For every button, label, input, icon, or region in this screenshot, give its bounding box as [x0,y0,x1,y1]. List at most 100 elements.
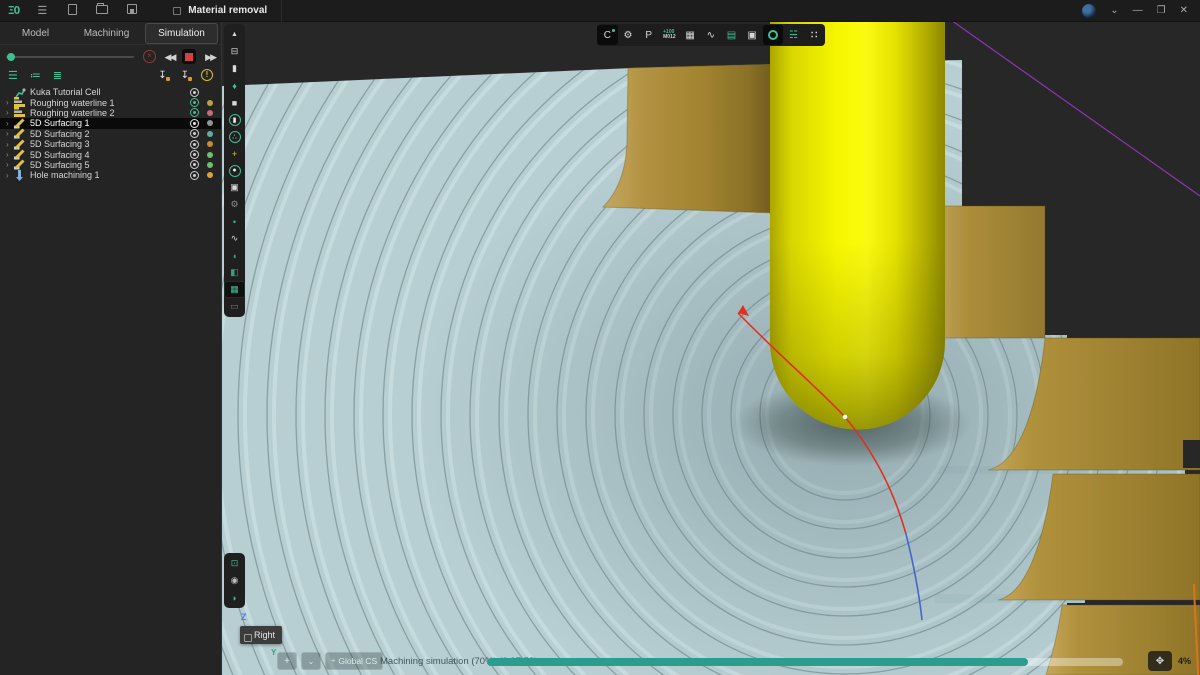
tree-row-5d-surfacing-3[interactable]: › 5D Surfacing 3 [0,139,221,149]
main-menu-icon[interactable]: ☰ [35,4,49,17]
visibility-target-icon[interactable] [190,140,199,149]
section-view-icon[interactable]: ◧ [224,264,245,281]
chevron-right-icon[interactable]: › [6,98,14,107]
chevron-right-icon[interactable]: › [6,150,14,159]
tab-machining[interactable]: Machining [71,24,142,43]
tree-row-kuka-cell[interactable]: Kuka Tutorial Cell [0,87,221,97]
scroll-up-icon[interactable]: ▲ [224,26,245,43]
tree-row-5d-surfacing-5[interactable]: › 5D Surfacing 5 [0,160,221,170]
document-tab[interactable]: Material removal [159,0,282,22]
timeline-slider[interactable] [6,56,134,58]
coolant-icon[interactable]: ∴ [224,128,245,145]
chevron-right-icon[interactable]: › [6,129,14,138]
gear-icon[interactable]: ⚙ [224,196,245,213]
rotate-cube-icon[interactable]: ▣ [224,179,245,196]
grid-view-icon[interactable]: ▦ [224,281,245,298]
simulation-progress-bar[interactable] [487,658,1123,666]
chevron-right-icon[interactable]: › [6,160,14,169]
visibility-target-icon[interactable] [190,119,199,128]
apps-grid-icon[interactable]: ∷ [804,25,825,45]
visibility-target-icon[interactable] [190,108,199,117]
record-icon[interactable] [763,25,784,45]
operator-view-icon[interactable]: ▣ [742,25,763,45]
tab-simulation[interactable]: Simulation [145,23,218,44]
visibility-target-icon[interactable] [190,171,199,180]
spindle-icon[interactable]: ▮ [224,60,245,77]
tree-row-5d-surfacing-1[interactable]: › 5D Surfacing 1 [0,118,221,128]
operations-tree: Kuka Tutorial Cell › Roughing waterline … [0,87,221,181]
3d-viewport[interactable]: ▲ ⊟ ▮ ♦ ■ ▮ ∴ + ● ▣ ⚙ • ∿ ◖ ◧ ▦ ▭ ⊡ ◉ ◗ … [222,22,1200,675]
section-play-icon[interactable]: ◗ [224,589,245,606]
app-logo: ΞO [8,4,19,17]
simulation-top-toolbar: C ⚙ P +100M012 ▦ ∿ ▤ ▣ ☵ ∷ [597,24,825,46]
new-file-icon[interactable] [65,4,79,18]
tree-row-5d-surfacing-2[interactable]: › 5D Surfacing 2 [0,129,221,139]
probe-icon[interactable]: P [638,25,659,45]
settings-sliders-icon[interactable]: ☵ [783,25,804,45]
measure-icon[interactable]: + [224,145,245,162]
visibility-target-icon[interactable] [190,98,199,107]
feed-override-icon[interactable]: +100M012 [659,25,680,45]
orbit-view-icon[interactable]: ◉ [224,572,245,589]
visibility-target-icon[interactable] [190,88,199,97]
add-cs-button[interactable]: + [277,652,297,670]
waveform-icon[interactable]: ∿ [700,25,721,45]
pan-tool-button[interactable]: ✥ [1148,651,1172,671]
stock-icon[interactable]: ■ [224,94,245,111]
camera-icon[interactable]: ● [224,162,245,179]
coordinate-system-icon: ⌖ [331,656,336,666]
tree-row-label: 5D Surfacing 5 [30,160,90,170]
panel-tabs: Model Machining Simulation [0,22,221,45]
stop-button[interactable] [182,49,196,64]
rewind-button[interactable]: ◀◀ [165,50,175,64]
chevron-right-icon[interactable]: › [6,108,14,117]
status-dot [207,152,213,158]
cs-expand-button[interactable]: ⌄ [301,652,321,670]
tree-row-roughing-waterline-2[interactable]: › Roughing waterline 2 [0,108,221,118]
chevron-right-icon[interactable]: › [6,140,14,149]
visibility-target-icon[interactable] [190,129,199,138]
control-panel-icon[interactable]: ▦ [680,25,701,45]
status-dot [207,110,213,116]
global-cs-button[interactable]: ⌖ Global CS [325,652,383,670]
list-tree-icon[interactable]: ≔ [30,69,41,82]
show-tool-icon[interactable]: ▮ [224,111,245,128]
machine-head-icon[interactable]: ⚙ [618,25,639,45]
open-folder-icon[interactable] [95,5,109,17]
abort-simulation-button[interactable]: × [143,50,155,63]
tool-assembly-icon[interactable]: ♦ [224,77,245,94]
maximize-button[interactable]: ❐ [1157,5,1166,16]
comment-icon[interactable]: ▭ [224,298,245,315]
background-gap [1183,440,1200,468]
chevron-right-icon[interactable]: › [6,171,14,180]
goto-operation-icon[interactable]: ↧ [158,70,166,81]
tree-row-5d-surfacing-4[interactable]: › 5D Surfacing 4 [0,149,221,159]
tree-row-hole-machining-1[interactable]: › Hole machining 1 [0,170,221,180]
tree-row-roughing-waterline-1[interactable]: › Roughing waterline 1 [0,97,221,107]
user-menu-chevron-icon[interactable]: ⌄ [1110,5,1118,16]
tool-holder-icon[interactable]: ⊟ [224,43,245,60]
solid-view-icon[interactable]: ◖ [224,247,245,264]
3d-viewport-scene[interactable] [222,22,1200,675]
close-button[interactable]: ✕ [1180,5,1188,16]
tool-stack-icon[interactable]: ▤ [721,25,742,45]
list-flat-icon[interactable]: ☰ [8,69,18,82]
visibility-target-icon[interactable] [190,160,199,169]
curve-display-icon[interactable]: ∿ [224,230,245,247]
timeline-knob[interactable] [7,53,15,61]
chevron-right-icon[interactable]: › [6,119,14,128]
user-avatar[interactable] [1082,4,1096,18]
save-icon[interactable] [125,4,139,17]
warnings-icon[interactable]: ! [201,69,213,81]
collision-control-icon[interactable]: C [597,25,618,45]
tab-model[interactable]: Model [0,24,71,43]
goto-toolpath-icon[interactable]: ↧ [181,70,189,81]
fit-view-icon[interactable]: ⊡ [224,555,245,572]
fast-forward-button[interactable]: ▶▶ [205,50,215,64]
status-dot [207,141,213,147]
minimize-button[interactable]: — [1133,5,1143,16]
list-grouped-icon[interactable]: ≣ [53,69,62,82]
hole-operation-icon [14,170,26,180]
point-display-icon[interactable]: • [224,213,245,230]
visibility-target-icon[interactable] [190,150,199,159]
